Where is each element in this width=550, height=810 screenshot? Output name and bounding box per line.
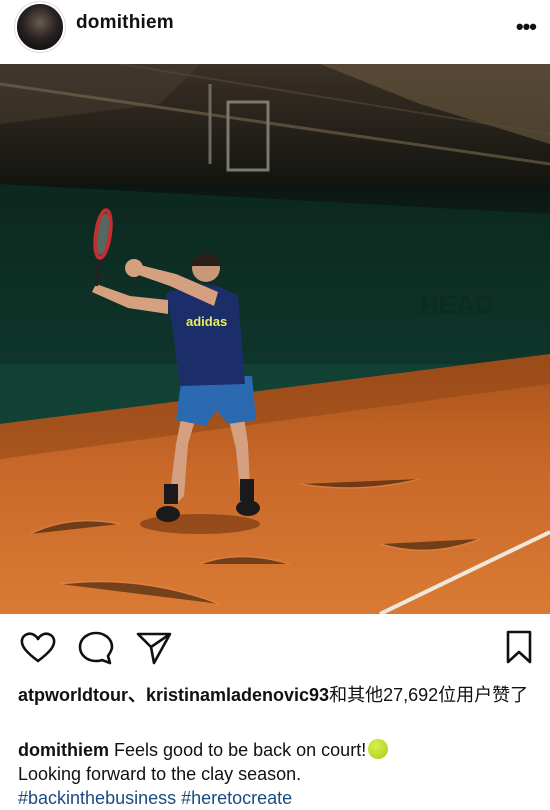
- avatar[interactable]: [15, 2, 65, 52]
- comment-bubble-icon[interactable]: [76, 628, 116, 668]
- post-header: domithiem •••: [0, 0, 550, 62]
- liked-by-users[interactable]: atpworldtour、kristinamladenovic93: [18, 685, 329, 705]
- post-caption: domithiem Feels good to be back on court…: [18, 738, 538, 810]
- likes-count-text: 和其他27,692位用户赞了: [329, 685, 529, 705]
- post-username[interactable]: domithiem: [76, 12, 174, 34]
- post-photo[interactable]: HEAD adidas: [0, 64, 550, 614]
- caption-hashtags[interactable]: #backinthebusiness #heretocreate: [18, 788, 292, 808]
- caption-line1: Feels good to be back on court!: [114, 740, 367, 760]
- tennis-ball-icon: [368, 739, 389, 759]
- svg-text:adidas: adidas: [186, 314, 227, 329]
- bookmark-outline-icon[interactable]: [504, 628, 534, 668]
- heart-outline-icon[interactable]: [18, 628, 58, 668]
- likes-summary[interactable]: atpworldtour、kristinamladenovic93和其他27,6…: [18, 684, 538, 706]
- caption-line2: Looking forward to the clay season.: [18, 764, 302, 784]
- svg-text:HEAD: HEAD: [420, 290, 494, 320]
- tennis-court-scene: HEAD adidas: [0, 64, 550, 614]
- paper-plane-icon[interactable]: [134, 628, 174, 668]
- more-options-icon[interactable]: •••: [516, 14, 537, 40]
- action-bar: [0, 628, 550, 670]
- caption-username[interactable]: domithiem: [18, 740, 109, 760]
